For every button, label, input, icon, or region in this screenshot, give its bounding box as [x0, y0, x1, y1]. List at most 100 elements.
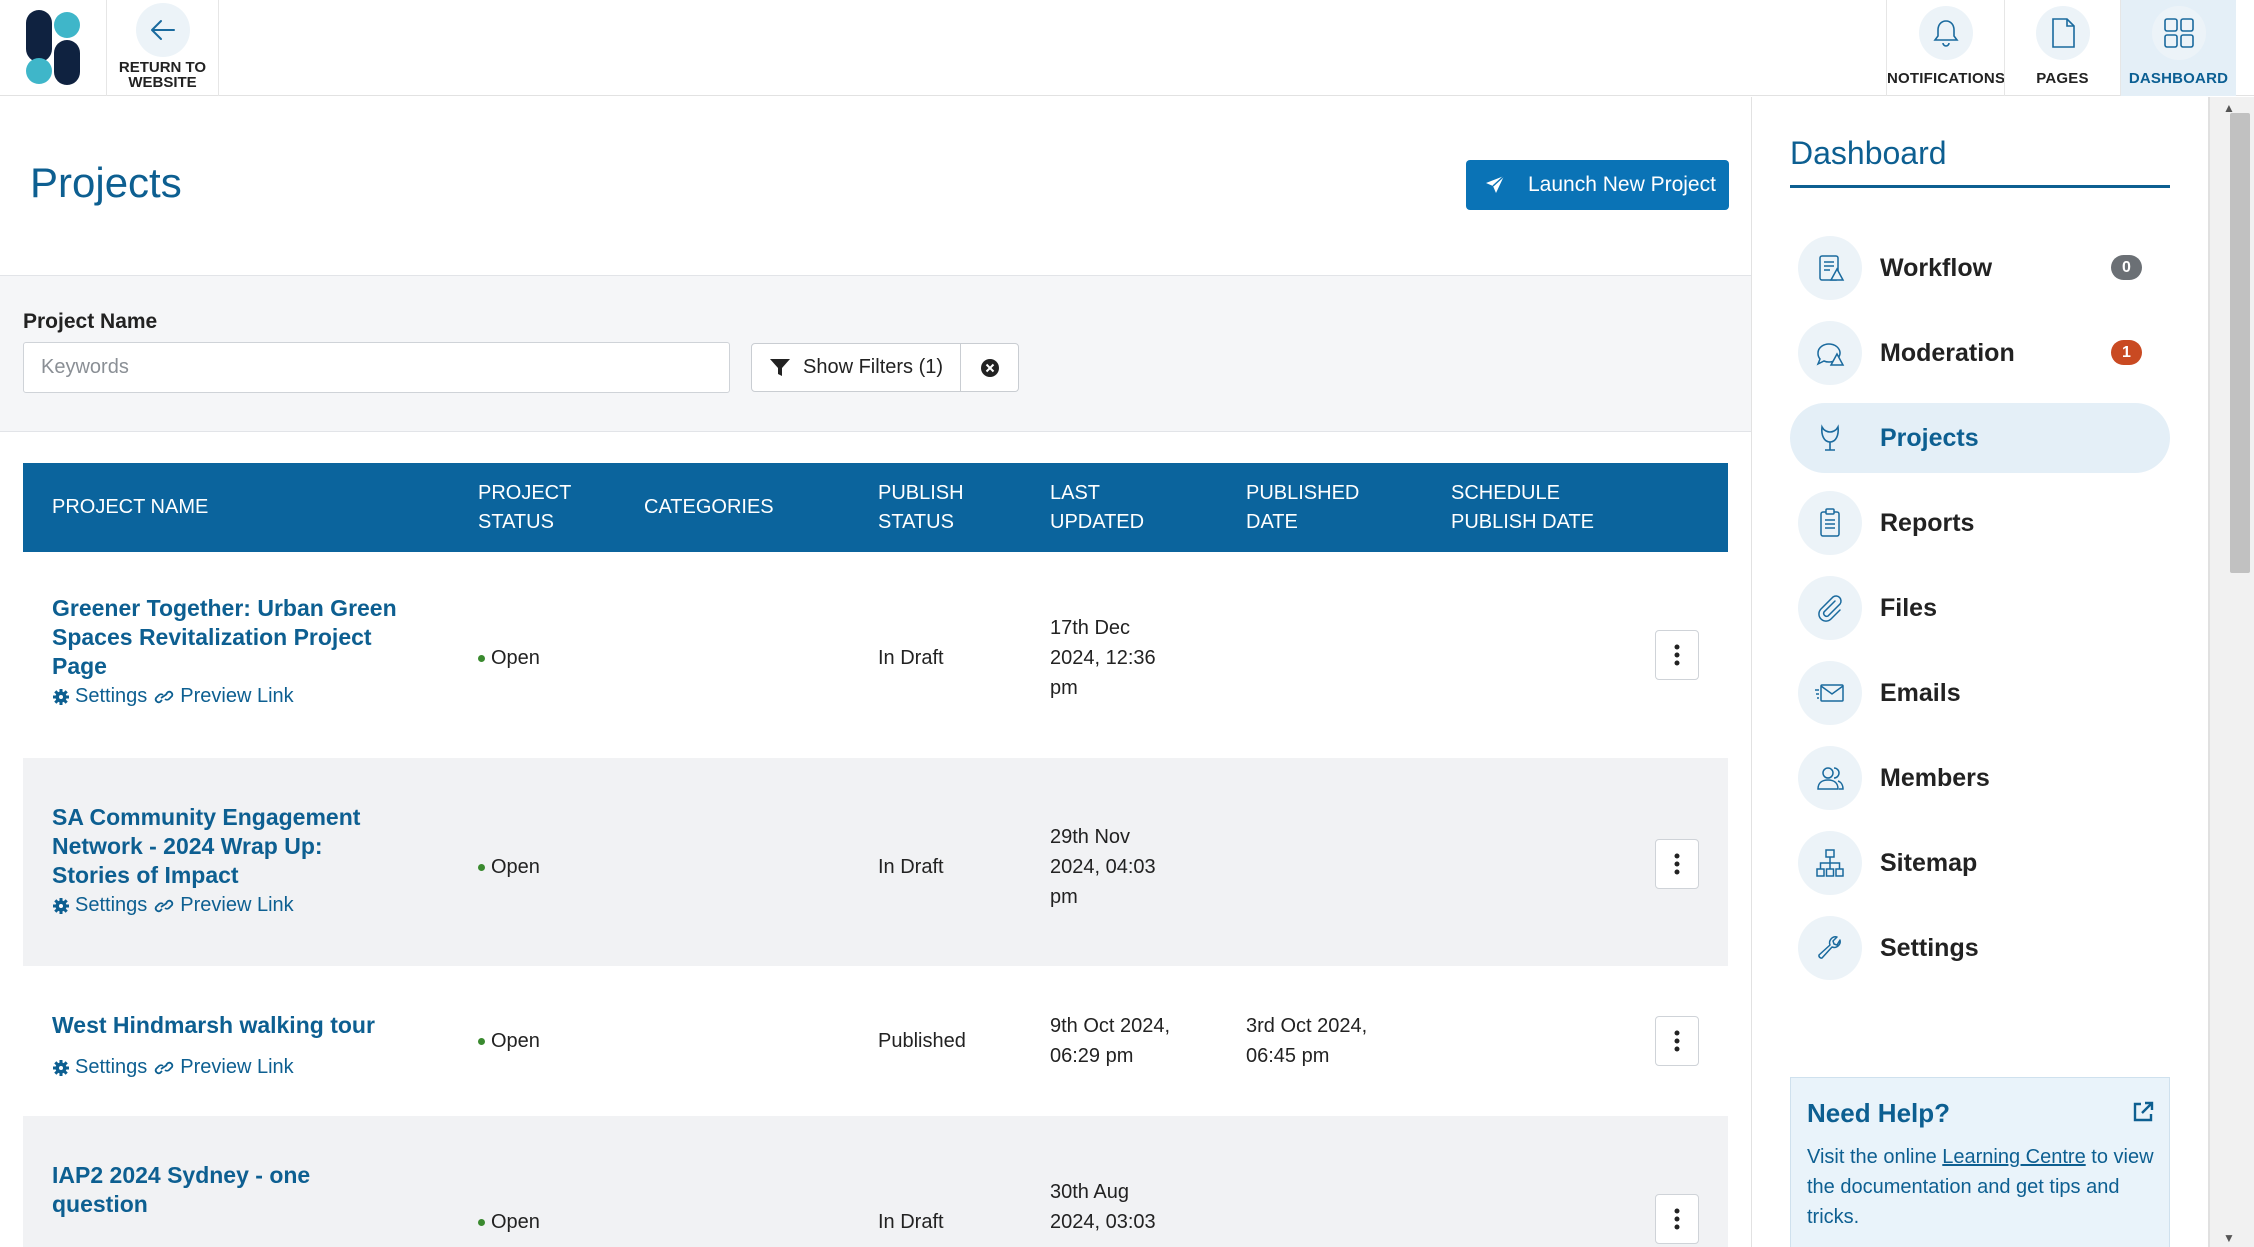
- kebab-icon: [1674, 1208, 1680, 1230]
- preview-link[interactable]: Preview Link: [153, 1056, 294, 1079]
- date-line: 06:45 pm: [1246, 1045, 1330, 1067]
- external-link-icon[interactable]: [2131, 1100, 2155, 1129]
- settings-link[interactable]: Settings: [52, 894, 147, 917]
- row-actions-button[interactable]: [1655, 630, 1699, 680]
- scroll-down-arrow-icon[interactable]: ▼: [2223, 1231, 2235, 1245]
- preview-link[interactable]: Preview Link: [153, 685, 294, 708]
- sidebar-item-moderation[interactable]: Moderation 1: [1790, 318, 2170, 388]
- sidebar-item-settings[interactable]: Settings: [1790, 913, 2170, 983]
- gear-icon: [53, 688, 69, 705]
- reports-icon: [1798, 491, 1862, 555]
- logo-icon: [26, 10, 80, 85]
- settings-link[interactable]: Settings: [52, 685, 147, 708]
- back-arrow-icon: [135, 3, 190, 57]
- sidebar-item-label: Projects: [1880, 423, 1979, 452]
- keywords-input[interactable]: [23, 342, 730, 393]
- project-title-link[interactable]: Greener Together: Urban Green Spaces Rev…: [52, 594, 432, 681]
- column-label: SCHEDULE: [1451, 481, 1560, 504]
- main-content: Projects Launch New Project Project Name…: [0, 97, 1751, 1247]
- column-last-updated[interactable]: LAST UPDATED: [1050, 463, 1144, 552]
- project-title-link[interactable]: West Hindmarsh walking tour: [52, 1011, 472, 1040]
- column-publish-status[interactable]: PUBLISH STATUS: [878, 463, 964, 552]
- sidebar-item-files[interactable]: Files: [1790, 573, 2170, 643]
- launch-new-project-button[interactable]: Launch New Project: [1466, 160, 1729, 210]
- date-line: 2024, 12:36: [1050, 647, 1156, 669]
- sidebar-item-workflow[interactable]: Workflow 0: [1790, 233, 2170, 303]
- preview-link-label: Preview Link: [180, 894, 294, 916]
- publish-status: Published: [878, 1030, 966, 1052]
- date-line: 3rd Oct 2024,: [1246, 1015, 1368, 1037]
- topnav-dashboard[interactable]: DASHBOARD: [2120, 0, 2236, 96]
- sidebar-item-members[interactable]: Members: [1790, 743, 2170, 813]
- date-line: 06:29 pm: [1050, 1045, 1134, 1067]
- project-status-text: Open: [491, 856, 540, 878]
- project-links: Settings Preview Link: [52, 685, 300, 708]
- row-actions-button[interactable]: [1655, 1016, 1699, 1066]
- project-status-text: Open: [491, 1211, 540, 1233]
- sidebar-item-label: Settings: [1880, 933, 1979, 962]
- paper-plane-icon: [1486, 175, 1505, 193]
- publish-status: In Draft: [878, 1211, 944, 1233]
- page-title: Projects: [30, 159, 182, 206]
- filter-area: Project Name Show Filters (1): [0, 275, 1751, 432]
- row-actions-button[interactable]: [1655, 1194, 1699, 1244]
- preview-link-label: Preview Link: [180, 1056, 294, 1078]
- column-schedule-publish-date[interactable]: SCHEDULE PUBLISH DATE: [1451, 463, 1594, 552]
- column-label: PUBLISH DATE: [1451, 510, 1594, 533]
- filter-icon: [770, 358, 790, 376]
- sidebar-item-label: Files: [1880, 593, 1937, 622]
- scrollbar-thumb[interactable]: [2230, 113, 2250, 573]
- column-project-name[interactable]: PROJECT NAME: [52, 463, 208, 552]
- column-label: PROJECT NAME: [52, 496, 209, 518]
- column-categories[interactable]: CATEGORIES: [644, 463, 774, 552]
- project-links: Settings Preview Link: [52, 1056, 300, 1079]
- paperclip-icon: [1798, 576, 1862, 640]
- topnav-notifications[interactable]: NOTIFICATIONS: [1886, 0, 2005, 96]
- settings-link[interactable]: Settings: [52, 1056, 147, 1079]
- link-icon: [155, 690, 174, 703]
- learning-centre-link[interactable]: Learning Centre: [1942, 1146, 2085, 1168]
- sidebar-item-reports[interactable]: Reports: [1790, 488, 2170, 558]
- sidebar-item-sitemap[interactable]: Sitemap: [1790, 828, 2170, 898]
- sidebar-title: Dashboard: [1790, 135, 1947, 171]
- topnav-pages-label: PAGES: [2036, 70, 2089, 87]
- project-title-link[interactable]: IAP2 2024 Sydney - one question: [52, 1161, 432, 1219]
- moderation-icon: [1798, 321, 1862, 385]
- column-label: STATUS: [478, 510, 554, 533]
- table-row: Greener Together: Urban Green Spaces Rev…: [23, 559, 1728, 758]
- settings-link-label: Settings: [75, 1056, 148, 1078]
- sidebar-item-label: Moderation: [1880, 338, 2015, 367]
- column-published-date[interactable]: PUBLISHED DATE: [1246, 463, 1359, 552]
- page-scrollbar[interactable]: ▲ ▼: [2208, 97, 2254, 1247]
- project-title-line: question: [52, 1191, 148, 1217]
- row-actions-button[interactable]: [1655, 839, 1699, 889]
- dashboard-sidebar: Dashboard Workflow 0 Moderation 1 Projec…: [1751, 97, 2208, 1247]
- project-title-link[interactable]: SA Community Engagement Network - 2024 W…: [52, 803, 432, 890]
- sidebar-item-emails[interactable]: Emails: [1790, 658, 2170, 728]
- sidebar-item-projects[interactable]: Projects: [1790, 403, 2170, 473]
- topnav-pages[interactable]: PAGES: [2004, 0, 2120, 96]
- clear-filters-button[interactable]: [960, 343, 1019, 392]
- column-label: STATUS: [878, 510, 954, 533]
- publish-status: In Draft: [878, 856, 944, 878]
- show-filters-button[interactable]: Show Filters (1): [751, 343, 961, 392]
- logo[interactable]: [0, 0, 107, 96]
- date-line: 2024, 04:03: [1050, 856, 1156, 878]
- project-title-line: Page: [52, 653, 107, 679]
- table-row: SA Community Engagement Network - 2024 W…: [23, 758, 1728, 966]
- sidebar-divider: [1790, 185, 2170, 188]
- last-updated: 17th Dec 2024, 12:36 pm: [1050, 613, 1156, 703]
- workflow-icon: [1798, 236, 1862, 300]
- project-status-text: Open: [491, 1030, 540, 1052]
- preview-link[interactable]: Preview Link: [153, 894, 294, 917]
- grid-icon: [2151, 6, 2206, 60]
- return-to-website-button[interactable]: RETURN TO WEBSITE: [107, 0, 219, 96]
- date-line: 17th Dec: [1050, 617, 1131, 639]
- close-circle-icon: [980, 358, 999, 377]
- link-icon: [155, 1061, 174, 1074]
- column-project-status[interactable]: PROJECT STATUS: [478, 463, 571, 552]
- date-line: 9th Oct 2024,: [1050, 1015, 1171, 1037]
- need-help-text: Visit the online Learning Centre to view…: [1807, 1142, 2157, 1232]
- scrollbar-edge: [2208, 97, 2210, 1247]
- moderation-count-badge: 1: [2111, 340, 2142, 365]
